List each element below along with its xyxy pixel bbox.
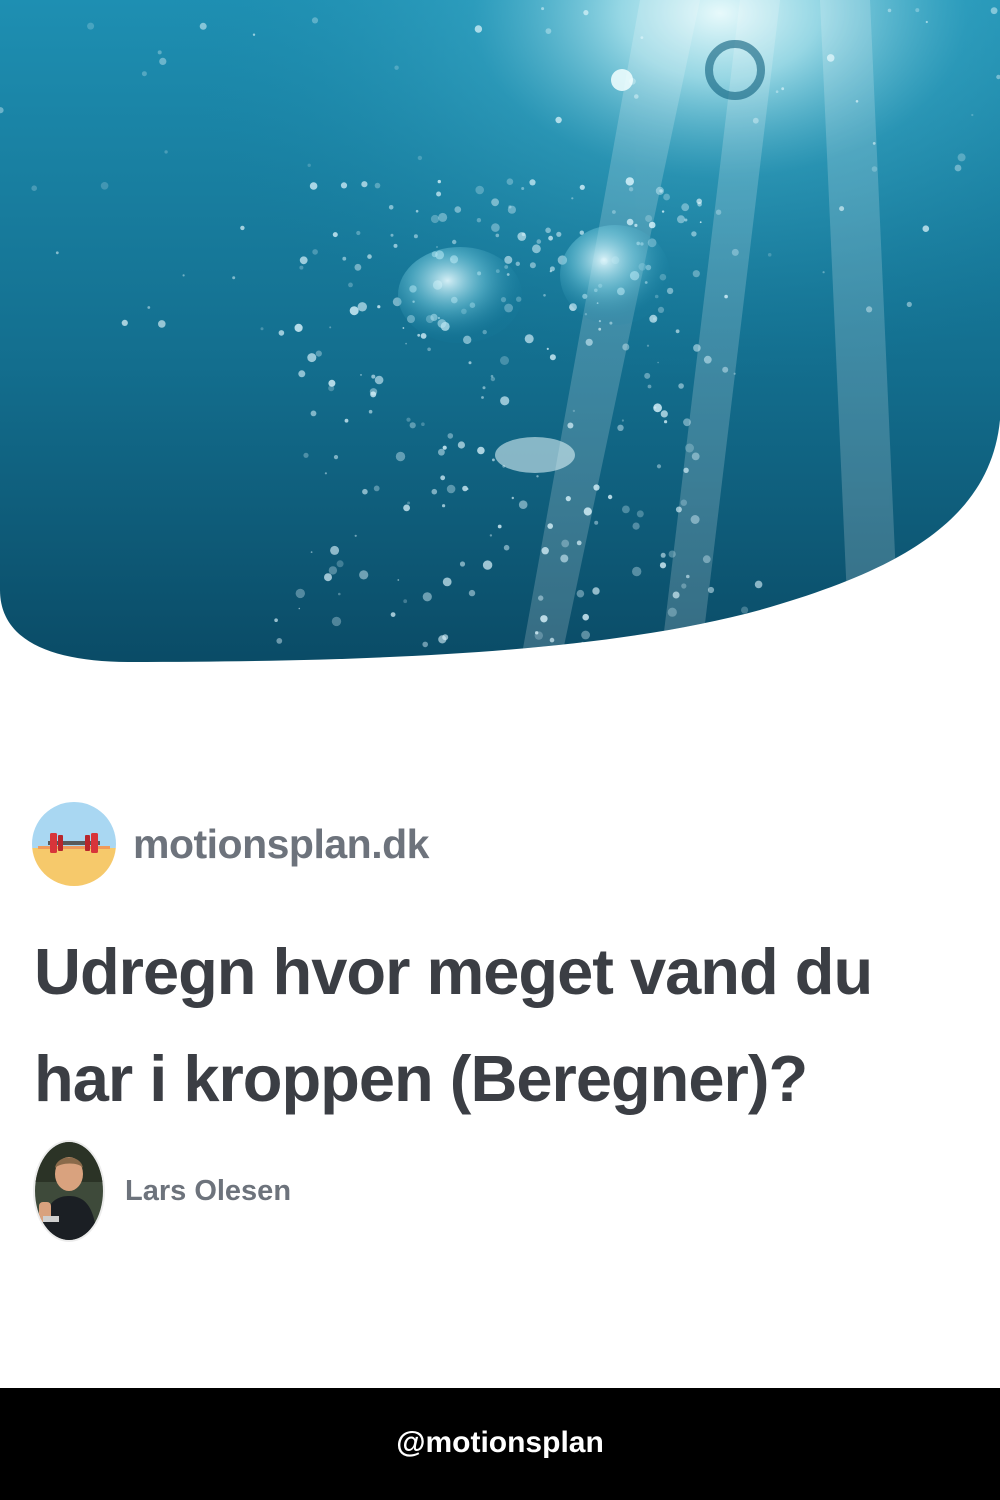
hero-image	[0, 0, 1000, 665]
author-avatar[interactable]	[33, 1140, 105, 1242]
dumbbell-beach-icon	[32, 802, 116, 886]
social-handle[interactable]: @motionsplan	[396, 1426, 604, 1460]
article-title: Udregn hvor meget vand du har i kroppen …	[34, 935, 873, 1115]
footer-bar: @motionsplan	[0, 1388, 1000, 1500]
site-name[interactable]: motionsplan.dk	[133, 821, 429, 868]
author-name[interactable]: Lars Olesen	[125, 1175, 291, 1208]
author-photo	[35, 1142, 103, 1240]
author-byline[interactable]: Lars Olesen	[33, 1140, 291, 1242]
underwater-bubbles-photo	[0, 0, 1000, 662]
site-header[interactable]: motionsplan.dk	[32, 802, 429, 886]
